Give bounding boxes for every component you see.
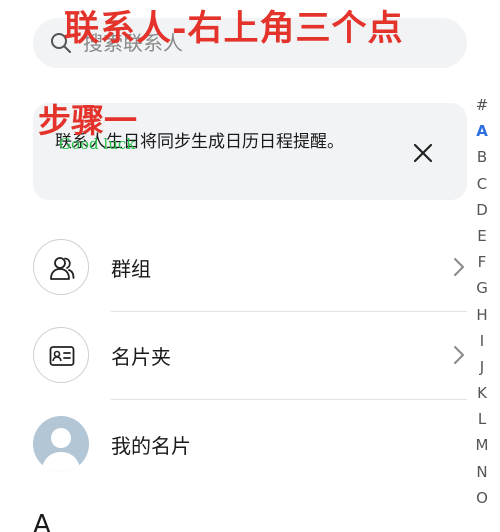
- index-letter[interactable]: M: [470, 432, 494, 458]
- close-icon[interactable]: [411, 141, 435, 165]
- index-letter[interactable]: F: [470, 249, 494, 275]
- index-letter[interactable]: N: [470, 459, 494, 485]
- groups-row[interactable]: 群组: [33, 237, 467, 297]
- divider: [111, 399, 467, 400]
- index-letter[interactable]: O: [470, 485, 494, 511]
- alphabet-index[interactable]: # A B C D E F G H I J K L M N O: [470, 92, 494, 511]
- chevron-right-icon: [454, 346, 464, 364]
- index-letter[interactable]: B: [470, 144, 494, 170]
- index-letter[interactable]: #: [470, 92, 494, 118]
- index-letter[interactable]: K: [470, 380, 494, 406]
- my-card-row[interactable]: 我的名片: [33, 414, 467, 474]
- annotation-title: 联系人-右上角三个点: [64, 8, 404, 49]
- group-icon: [33, 239, 89, 295]
- index-letter[interactable]: H: [470, 302, 494, 328]
- index-letter[interactable]: L: [470, 406, 494, 432]
- section-header: A: [33, 510, 51, 532]
- index-letter[interactable]: D: [470, 197, 494, 223]
- card-holder-row[interactable]: 名片夹: [33, 325, 467, 385]
- index-letter[interactable]: C: [470, 171, 494, 197]
- avatar: [33, 416, 89, 472]
- card-holder-icon: [33, 327, 89, 383]
- index-letter[interactable]: I: [470, 328, 494, 354]
- annotation-step: 步骤一: [38, 101, 137, 140]
- groups-label: 群组: [111, 257, 151, 281]
- index-letter[interactable]: E: [470, 223, 494, 249]
- index-letter[interactable]: A: [470, 118, 494, 144]
- my-card-label: 我的名片: [111, 434, 191, 458]
- index-letter[interactable]: J: [470, 354, 494, 380]
- divider: [111, 311, 467, 312]
- chevron-right-icon: [454, 258, 464, 276]
- card-holder-label: 名片夹: [111, 345, 171, 369]
- index-letter[interactable]: G: [470, 275, 494, 301]
